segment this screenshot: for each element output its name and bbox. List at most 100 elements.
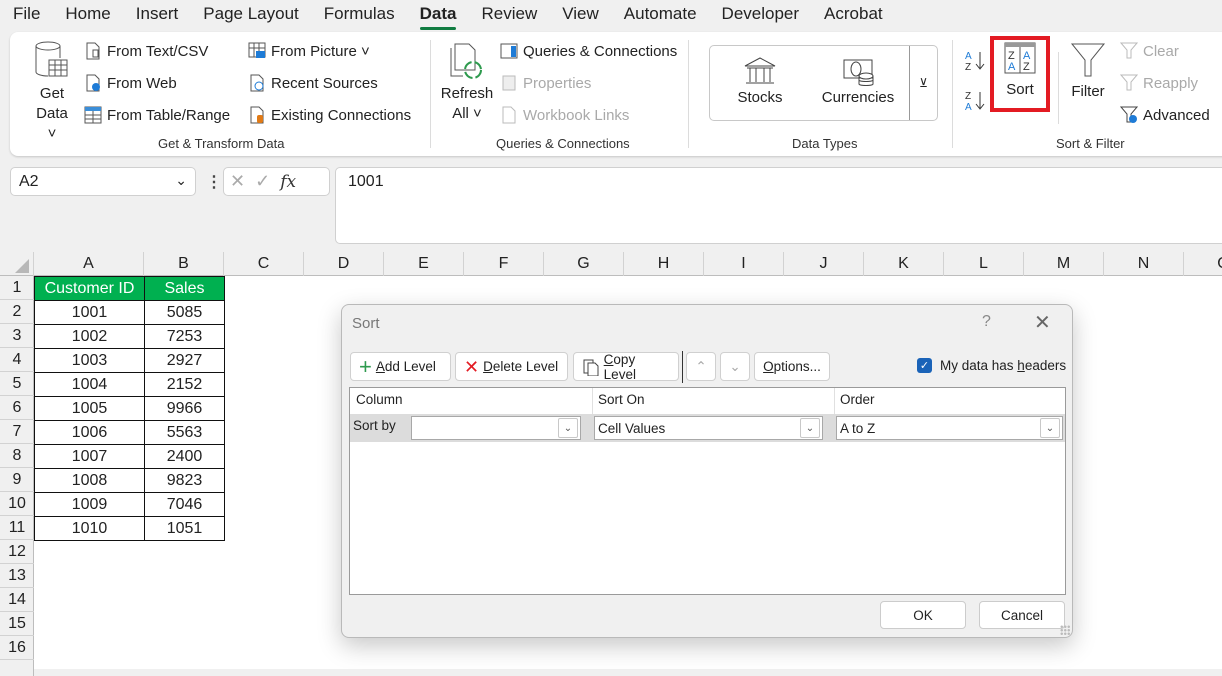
table-cell[interactable]: 7253 xyxy=(144,324,225,349)
menu-tab-file[interactable]: File xyxy=(0,0,52,30)
get-data-button[interactable]: Get Data ˅ xyxy=(30,40,74,144)
options-button[interactable]: Options... xyxy=(754,352,830,381)
from-web-button[interactable]: From Web xyxy=(84,74,177,92)
queries-connections-button[interactable]: Queries & Connections xyxy=(500,42,677,60)
refresh-all-button[interactable]: Refresh All ˅ xyxy=(440,40,494,124)
table-cell[interactable]: 1007 xyxy=(34,444,145,469)
move-down-button[interactable]: ⌄ xyxy=(720,352,750,381)
table-cell[interactable]: 2152 xyxy=(144,372,225,397)
more-options-icon[interactable]: ⋮ xyxy=(206,172,222,192)
from-table-range-button[interactable]: From Table/Range xyxy=(84,106,230,124)
table-cell[interactable]: 9966 xyxy=(144,396,225,421)
row-header-10[interactable]: 10 xyxy=(0,492,34,516)
column-header-C[interactable]: C xyxy=(224,252,304,276)
row-header-4[interactable]: 4 xyxy=(0,348,34,372)
delete-level-button[interactable]: ✕ Delete Level xyxy=(455,352,568,381)
row-header-15[interactable]: 15 xyxy=(0,612,34,636)
menu-tab-insert[interactable]: Insert xyxy=(123,0,191,30)
table-header-cell[interactable]: Customer ID xyxy=(34,276,145,301)
sort-button[interactable]: ZAAZ Sort xyxy=(998,42,1042,100)
column-header-E[interactable]: E xyxy=(384,252,464,276)
ok-button[interactable]: OK xyxy=(880,601,966,629)
table-cell[interactable]: 1051 xyxy=(144,516,225,541)
chevron-down-icon[interactable]: ⌄ xyxy=(175,172,187,189)
recent-sources-button[interactable]: Recent Sources xyxy=(248,74,378,92)
cancel-button[interactable]: Cancel xyxy=(979,601,1065,629)
copy-level-button[interactable]: Copy Level xyxy=(573,352,679,382)
sort-level-row[interactable]: Sort by ⌄ Cell Values ⌄ A to Z ⌄ xyxy=(350,414,1065,442)
from-picture-button[interactable]: From Picture ˅ xyxy=(248,42,370,60)
table-cell[interactable]: 2927 xyxy=(144,348,225,373)
column-header-O[interactable]: O xyxy=(1184,252,1222,276)
workbook-links-button[interactable]: Workbook Links xyxy=(500,106,629,124)
row-header-5[interactable]: 5 xyxy=(0,372,34,396)
column-header-J[interactable]: J xyxy=(784,252,864,276)
row-header-6[interactable]: 6 xyxy=(0,396,34,420)
table-cell[interactable]: 1009 xyxy=(34,492,145,517)
stocks-button[interactable]: Stocks xyxy=(730,56,790,108)
row-header-12[interactable]: 12 xyxy=(0,540,34,564)
table-cell[interactable]: 5085 xyxy=(144,300,225,325)
formula-input[interactable]: 1001 xyxy=(335,167,1222,244)
sort-by-column-select[interactable]: ⌄ xyxy=(411,416,581,440)
sort-on-select[interactable]: Cell Values ⌄ xyxy=(594,416,823,440)
menu-tab-data[interactable]: Data xyxy=(407,0,469,30)
column-header-M[interactable]: M xyxy=(1024,252,1104,276)
row-header-3[interactable]: 3 xyxy=(0,324,34,348)
table-cell[interactable]: 1001 xyxy=(34,300,145,325)
chevron-down-icon[interactable]: ⌄ xyxy=(1040,418,1060,438)
column-header-F[interactable]: F xyxy=(464,252,544,276)
menu-tab-acrobat[interactable]: Acrobat xyxy=(811,0,895,30)
confirm-entry-icon[interactable]: ✓ xyxy=(255,171,270,192)
menu-tab-review[interactable]: Review xyxy=(468,0,549,30)
existing-connections-button[interactable]: Existing Connections xyxy=(248,106,411,124)
row-header-7[interactable]: 7 xyxy=(0,420,34,444)
chevron-down-icon[interactable]: ⌄ xyxy=(558,418,578,438)
insert-function-icon[interactable]: fx xyxy=(280,172,296,192)
menu-tab-automate[interactable]: Automate xyxy=(611,0,709,30)
select-all-button[interactable] xyxy=(0,252,34,276)
chevron-down-icon[interactable]: ⌄ xyxy=(800,418,820,438)
from-text-csv-button[interactable]: From Text/CSV xyxy=(84,42,208,60)
menu-tab-home[interactable]: Home xyxy=(52,0,122,30)
table-cell[interactable]: 1002 xyxy=(34,324,145,349)
row-header-13[interactable]: 13 xyxy=(0,564,34,588)
column-header-K[interactable]: K xyxy=(864,252,944,276)
my-data-has-headers-checkbox[interactable]: ✓ My data has headers xyxy=(917,358,1066,373)
cancel-entry-icon[interactable]: ✕ xyxy=(230,171,245,192)
row-header-14[interactable]: 14 xyxy=(0,588,34,612)
resize-grip-icon[interactable] xyxy=(1060,625,1070,635)
clear-filter-button[interactable]: Clear xyxy=(1120,42,1179,60)
add-level-button[interactable]: + Add Level xyxy=(350,352,451,381)
table-cell[interactable]: 5563 xyxy=(144,420,225,445)
table-header-cell[interactable]: Sales xyxy=(144,276,225,301)
close-icon[interactable]: ✕ xyxy=(1034,310,1051,335)
properties-button[interactable]: Properties xyxy=(500,74,591,92)
order-select[interactable]: A to Z ⌄ xyxy=(836,416,1063,440)
move-up-button[interactable]: ⌃ xyxy=(686,352,716,381)
column-header-L[interactable]: L xyxy=(944,252,1024,276)
table-cell[interactable]: 2400 xyxy=(144,444,225,469)
table-cell[interactable]: 1005 xyxy=(34,396,145,421)
sort-a-to-z-button[interactable]: AZ xyxy=(964,48,988,79)
row-header-8[interactable]: 8 xyxy=(0,444,34,468)
advanced-filter-button[interactable]: Advanced xyxy=(1120,106,1210,124)
column-header-A[interactable]: A xyxy=(34,252,144,276)
name-box[interactable]: A2 ⌄ xyxy=(10,167,196,196)
checkbox-checked-icon[interactable]: ✓ xyxy=(917,358,932,373)
column-header-N[interactable]: N xyxy=(1104,252,1184,276)
table-cell[interactable]: 1006 xyxy=(34,420,145,445)
table-cell[interactable]: 7046 xyxy=(144,492,225,517)
column-header-I[interactable]: I xyxy=(704,252,784,276)
column-header-G[interactable]: G xyxy=(544,252,624,276)
table-cell[interactable]: 1010 xyxy=(34,516,145,541)
menu-tab-view[interactable]: View xyxy=(549,0,611,30)
menu-tab-developer[interactable]: Developer xyxy=(709,0,812,30)
table-cell[interactable]: 9823 xyxy=(144,468,225,493)
filter-button[interactable]: Filter xyxy=(1066,42,1110,102)
reapply-filter-button[interactable]: Reapply xyxy=(1120,74,1198,92)
row-header-16[interactable]: 16 xyxy=(0,636,34,660)
menu-tab-formulas[interactable]: Formulas xyxy=(311,0,407,30)
column-header-H[interactable]: H xyxy=(624,252,704,276)
data-types-expand-icon[interactable]: ⊻ xyxy=(909,46,937,120)
